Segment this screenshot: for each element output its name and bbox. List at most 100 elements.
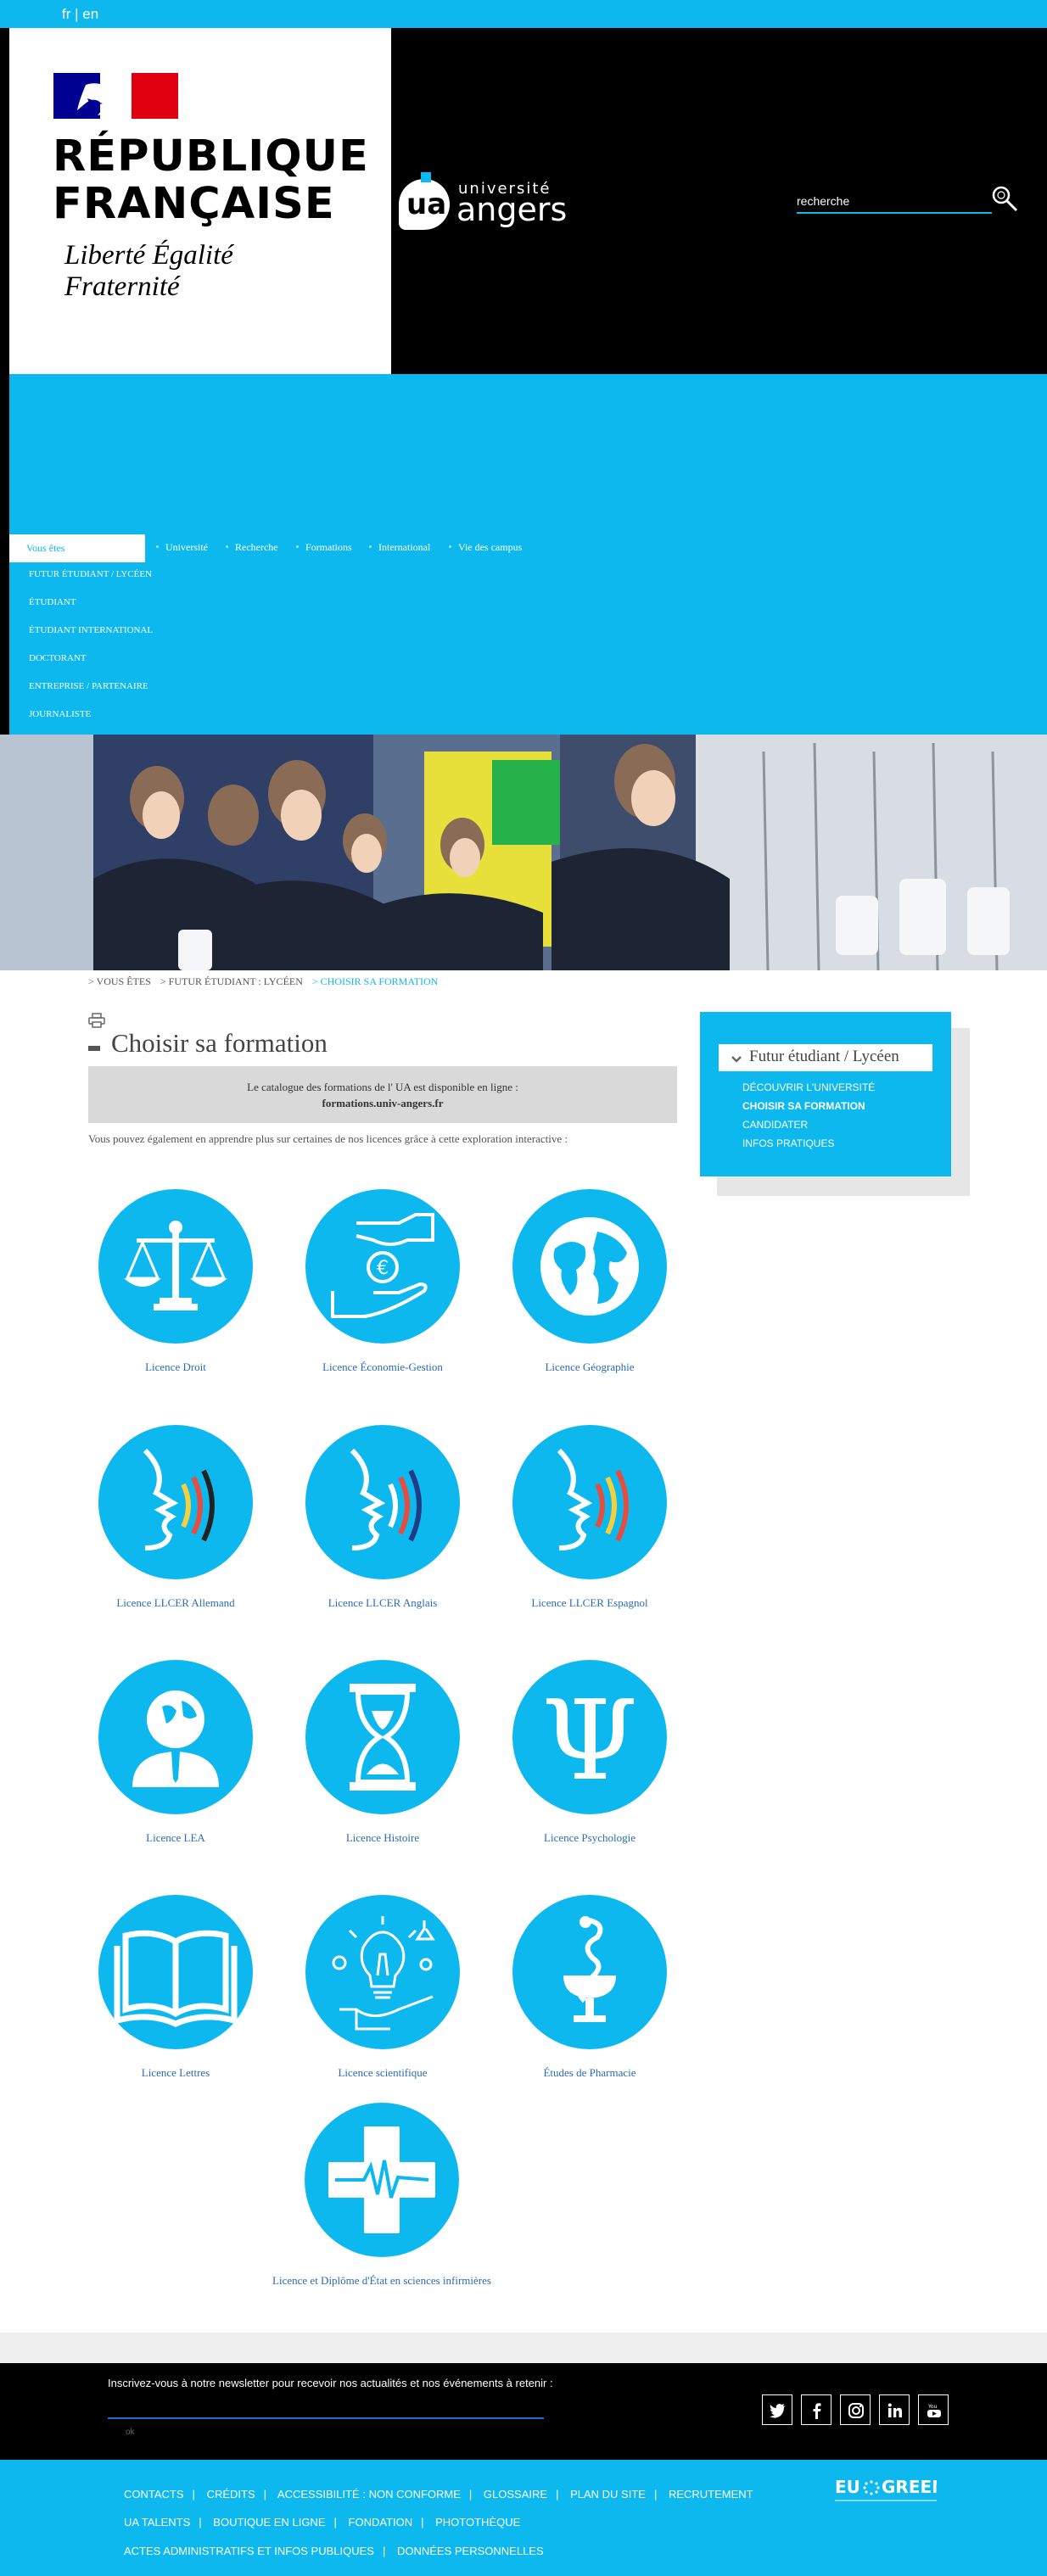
title-marker — [88, 1046, 100, 1051]
sidebar-item-choisir[interactable]: CHOISIR SA FORMATION — [742, 1100, 865, 1112]
globe-person-icon — [98, 1660, 253, 1814]
language-switcher[interactable]: fr | en — [62, 6, 98, 23]
chevron-down-icon — [731, 1056, 742, 1063]
profile-doctorant[interactable]: DOCTORANT — [29, 653, 87, 663]
caduceus-icon — [512, 1895, 667, 2049]
formation-label: Licence Histoire — [345, 1831, 420, 1844]
newsletter-email-input[interactable] — [108, 2402, 544, 2419]
nav-recherche[interactable]: Recherche — [226, 541, 278, 554]
svg-text:€: € — [377, 1258, 389, 1279]
formation-label: Licence LLCER Anglais — [328, 1596, 438, 1609]
instagram-icon — [848, 2403, 864, 2418]
print-button[interactable] — [88, 1013, 105, 1028]
footer-link-plan-du-site[interactable]: PLAN DU SITE — [570, 2488, 646, 2501]
formation-label: Licence LLCER Espagnol — [531, 1596, 648, 1609]
formation-card[interactable]: Licence LEA — [72, 1660, 279, 1845]
speaking-face-icon — [512, 1425, 667, 1579]
footer-link-donnees[interactable]: DONNÉES PERSONNELLES — [397, 2545, 544, 2557]
hero-image — [0, 735, 1047, 970]
formation-card[interactable]: Études de Pharmacie — [486, 1895, 693, 2080]
sidebar-item-candidater[interactable]: CANDIDATER — [742, 1119, 808, 1131]
university-name: angers — [456, 191, 568, 228]
profile-futur-etudiant[interactable]: FUTUR ÉTUDIANT / LYCÉEN — [29, 569, 152, 579]
footer-link-recrutement[interactable]: RECRUTEMENT — [669, 2488, 753, 2501]
sidebar-item-infos[interactable]: INFOS PRATIQUES — [742, 1137, 834, 1149]
navigation-band — [0, 374, 1047, 735]
formation-card[interactable]: Ψ Licence Psychologie — [486, 1660, 693, 1845]
footer-link-accessibilite[interactable]: ACCESSIBILITÉ : NON CONFORME — [277, 2488, 461, 2501]
search-button[interactable] — [989, 184, 1020, 215]
eu-green-logo[interactable]: EU GREEN — [835, 2474, 946, 2508]
search-icon — [992, 186, 1018, 212]
formation-label: Licence scientifique — [338, 2066, 428, 2079]
open-book-icon — [98, 1895, 253, 2049]
page-title: Choisir sa formation — [111, 1028, 328, 1058]
footer-link-actes[interactable]: ACTES ADMINISTRATIFS ET INFOS PUBLIQUES — [124, 2545, 374, 2557]
formation-card[interactable]: Licence LLCER Anglais — [279, 1425, 486, 1610]
profile-etudiant-international[interactable]: ÉTUDIANT INTERNATIONAL — [29, 625, 153, 635]
navigation-band-edge — [0, 374, 9, 735]
linkedin-button[interactable] — [879, 2394, 910, 2425]
footer-link-fondation[interactable]: FONDATION — [349, 2516, 413, 2529]
nav-universite[interactable]: Université — [156, 541, 208, 554]
search-input[interactable] — [797, 190, 992, 214]
coin-hands-icon: € — [305, 1189, 460, 1344]
footer-link-boutique[interactable]: BOUTIQUE EN LIGNE — [213, 2516, 325, 2529]
formation-card[interactable]: Licence Histoire — [279, 1660, 486, 1845]
profile-journaliste[interactable]: JOURNALISTE — [29, 709, 91, 719]
sidebar-title[interactable]: Futur étudiant / Lycéen — [719, 1044, 932, 1071]
facebook-icon — [813, 2403, 821, 2419]
catalog-box: Le catalogue des formations de l' UA est… — [88, 1066, 677, 1123]
republique-title: RÉPUBLIQUE FRANÇAISE — [53, 131, 369, 229]
formation-card[interactable]: Licence et Diplôme d'État en sciences in… — [255, 2103, 509, 2288]
scales-icon — [98, 1189, 253, 1344]
linkedin-icon — [887, 2403, 902, 2417]
breadcrumb-home[interactable]: > VOUS ÊTES — [88, 975, 151, 987]
svg-text:You: You — [927, 2404, 938, 2410]
republique-francaise-logo[interactable]: RÉPUBLIQUE FRANÇAISE Liberté Égalité Fra… — [9, 28, 391, 374]
formation-card[interactable]: Licence Géographie — [486, 1189, 693, 1374]
footer-row-3: ACTES ADMINISTRATIFS ET INFOS PUBLIQUES |… — [124, 2545, 544, 2557]
speaking-face-icon — [305, 1425, 460, 1579]
formation-card[interactable]: € Licence Économie-Gestion — [279, 1189, 486, 1374]
breadcrumb-section[interactable]: > FUTUR ÉTUDIANT : LYCÉEN — [160, 975, 303, 987]
formation-label: Licence Géographie — [545, 1361, 635, 1373]
svg-text:GREEN: GREEN — [882, 2477, 937, 2497]
profile-entreprise[interactable]: ENTREPRISE / PARTENAIRE — [29, 681, 148, 691]
formation-card[interactable]: Licence scientifique — [279, 1895, 486, 2080]
university-logo[interactable]: ua université angers — [399, 172, 585, 233]
formation-card[interactable]: Licence Lettres — [72, 1895, 279, 2080]
nav-vie-des-campus[interactable]: Vie des campus — [448, 541, 522, 554]
intro-text: Vous pouvez également en apprendre plus … — [88, 1132, 568, 1145]
breadcrumb-current: > CHOISIR SA FORMATION — [311, 975, 439, 987]
formation-label: Licence Économie-Gestion — [322, 1361, 443, 1373]
newsletter-submit[interactable]: ok — [126, 2428, 135, 2437]
medical-cross-icon — [305, 2103, 459, 2257]
footer-row-1: CONTACTS | CRÉDITS | ACCESSIBILITÉ : NON C… — [124, 2488, 753, 2501]
ua-mark: ua — [399, 179, 450, 230]
breadcrumb: > VOUS ÊTES > FUTUR ÉTUDIANT : LYCÉEN > … — [88, 975, 438, 988]
footer-link-credits[interactable]: CRÉDITS — [207, 2488, 255, 2501]
printer-icon — [88, 1013, 105, 1028]
footer-link-phototheque[interactable]: PHOTOTHÈQUE — [435, 2516, 520, 2529]
formation-card[interactable]: Licence LLCER Espagnol — [486, 1425, 693, 1610]
twitter-icon — [770, 2404, 786, 2418]
svg-text:Ψ: Ψ — [541, 1676, 638, 1805]
instagram-button[interactable] — [840, 2394, 871, 2425]
marianne-flag-icon — [53, 73, 178, 119]
twitter-button[interactable] — [762, 2394, 792, 2425]
hourglass-icon — [305, 1660, 460, 1814]
footer-link-ua-talents[interactable]: UA TALENTS — [124, 2516, 190, 2529]
nav-international[interactable]: International — [368, 541, 430, 554]
formation-card[interactable]: Licence Droit — [72, 1189, 279, 1374]
sidebar-item-decouvrir[interactable]: DÉCOUVRIR L'UNIVERSITÉ — [742, 1081, 875, 1093]
nav-formations[interactable]: Formations — [296, 541, 352, 554]
formation-card[interactable]: Licence LLCER Allemand — [72, 1425, 279, 1610]
catalog-link[interactable]: formations.univ-angers.fr — [322, 1097, 444, 1109]
footer-link-contacts[interactable]: CONTACTS — [124, 2488, 184, 2501]
profiles-label[interactable]: Vous êtes — [9, 534, 145, 562]
facebook-button[interactable] — [801, 2394, 831, 2425]
footer-link-glossaire[interactable]: GLOSSAIRE — [484, 2488, 547, 2501]
youtube-button[interactable]: You — [918, 2394, 949, 2425]
profile-etudiant[interactable]: ÉTUDIANT — [29, 597, 76, 607]
